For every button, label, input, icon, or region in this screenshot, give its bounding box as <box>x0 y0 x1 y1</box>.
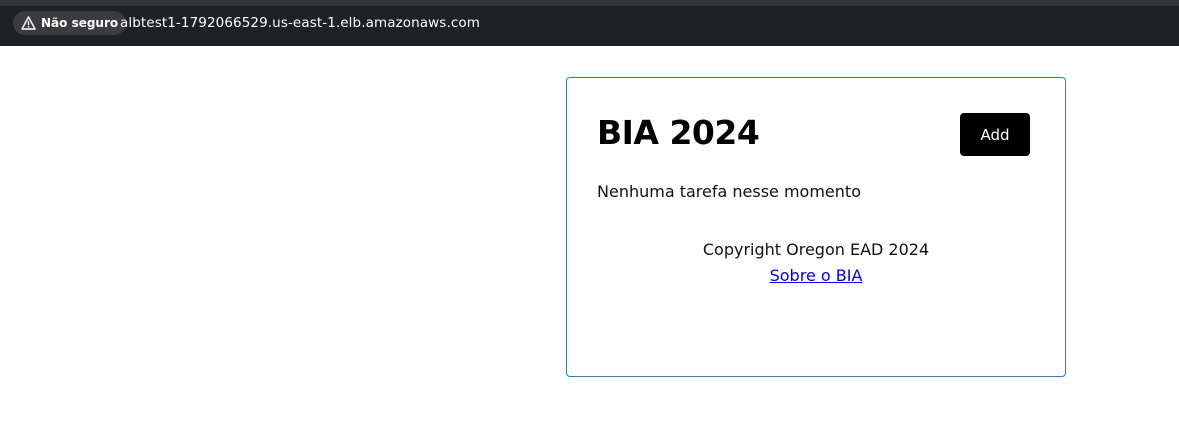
add-button[interactable]: Add <box>960 113 1030 156</box>
copyright-text: Copyright Oregon EAD 2024 <box>702 240 930 259</box>
security-indicator[interactable]: Não seguro <box>13 11 127 35</box>
warning-triangle-icon <box>21 16 36 30</box>
url-text[interactable]: albtest1-1792066529.us-east-1.elb.amazon… <box>120 15 480 31</box>
about-link[interactable]: Sobre o BIA <box>770 266 863 285</box>
task-card: BIA 2024 Add Nenhuma tarefa nesse moment… <box>566 77 1066 377</box>
empty-state-message: Nenhuma tarefa nesse momento <box>597 182 861 201</box>
page-title: BIA 2024 <box>597 113 760 152</box>
footer: Copyright Oregon EAD 2024 Sobre o BIA <box>567 237 1065 289</box>
security-label: Não seguro <box>41 16 119 30</box>
browser-address-bar: Não seguro albtest1-1792066529.us-east-1… <box>0 0 1179 46</box>
